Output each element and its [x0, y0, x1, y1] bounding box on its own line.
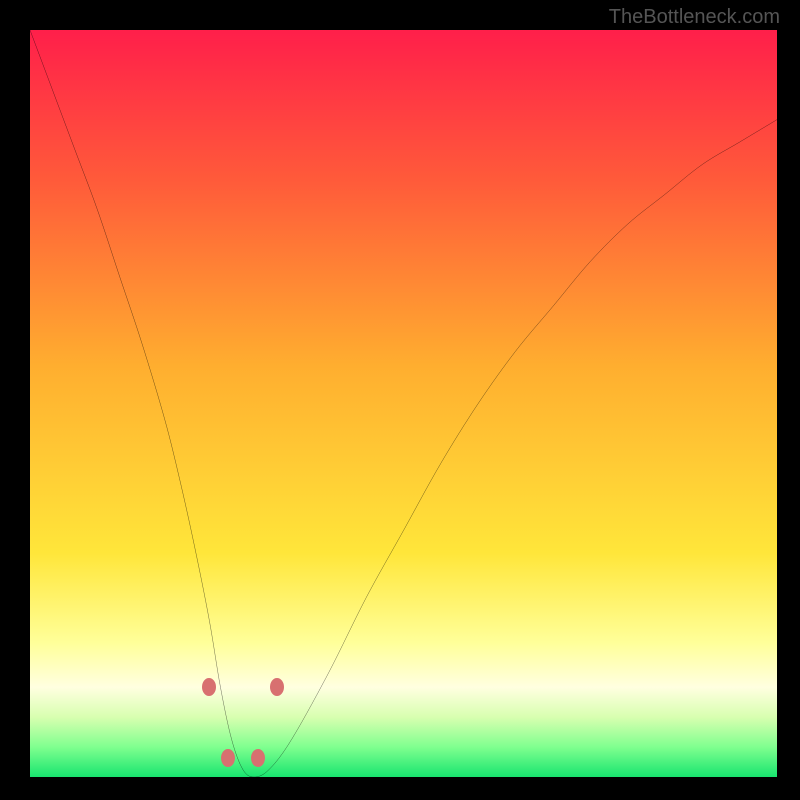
plot-area [30, 30, 777, 777]
attribution-text: TheBottleneck.com [609, 6, 780, 29]
bottleneck-curve [30, 30, 777, 777]
chart-frame: TheBottleneck.com [0, 0, 800, 800]
data-marker [221, 749, 235, 767]
curve-layer [30, 30, 777, 777]
data-marker [251, 749, 265, 767]
data-marker [270, 678, 284, 696]
data-marker [202, 678, 216, 696]
